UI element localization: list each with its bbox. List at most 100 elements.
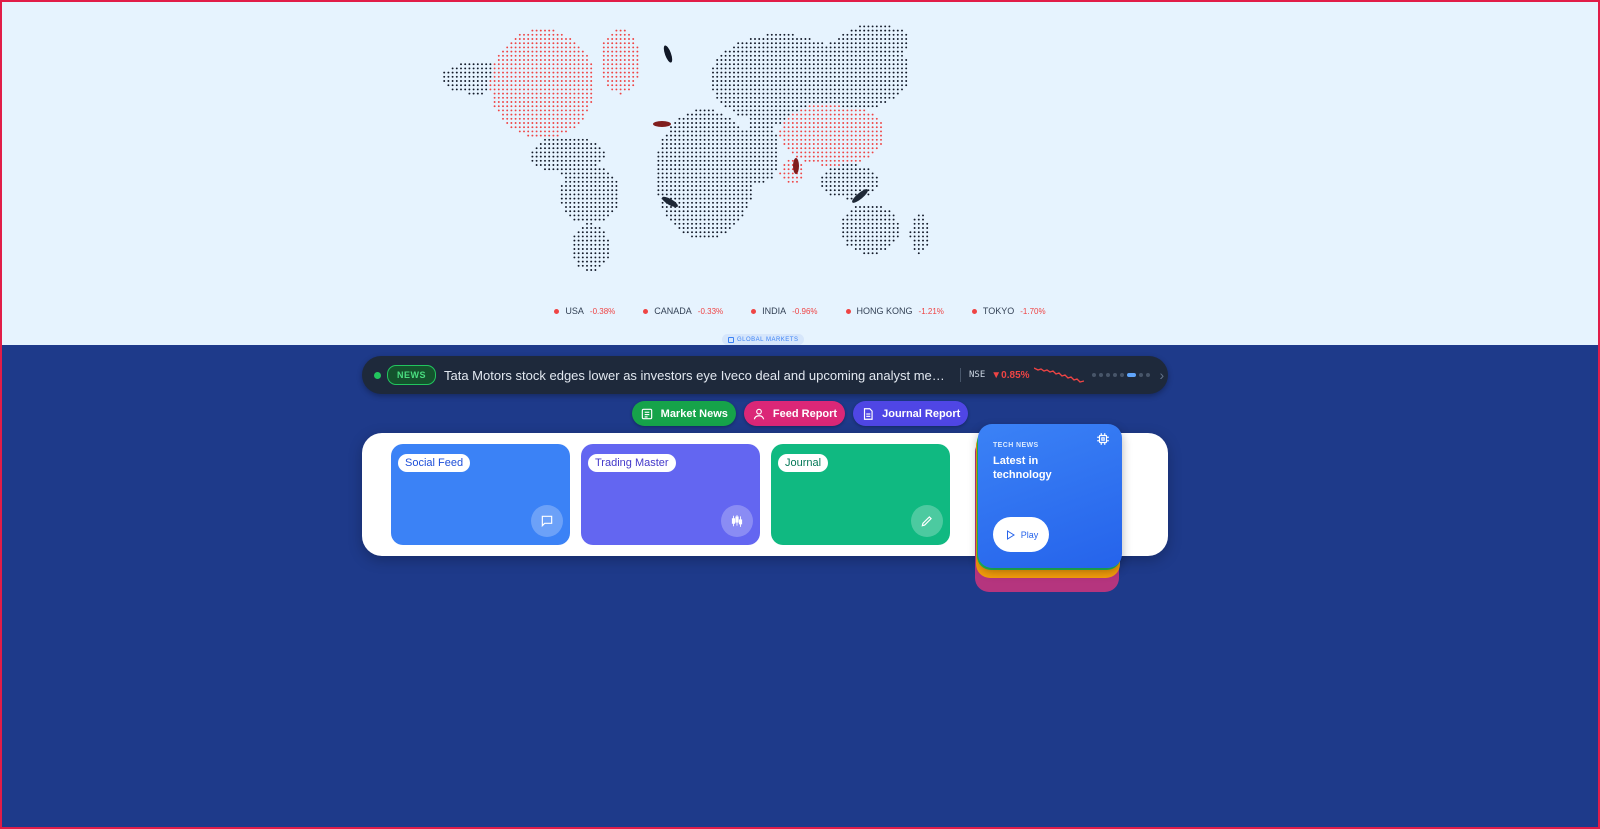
card-label: Social Feed xyxy=(398,454,471,472)
map-dot xyxy=(758,176,761,179)
map-dot xyxy=(821,101,824,103)
map-dot xyxy=(565,197,567,200)
map-dot xyxy=(623,84,626,87)
map-dot xyxy=(590,80,593,82)
map-dot xyxy=(770,134,773,137)
pagination-dot[interactable] xyxy=(1112,373,1117,377)
map-dot xyxy=(657,189,660,192)
map-dot xyxy=(615,42,618,45)
pagination-dot[interactable] xyxy=(1091,373,1096,377)
map-dot xyxy=(867,151,870,154)
map-dot xyxy=(779,75,782,78)
market-name: USA xyxy=(565,306,584,316)
candlestick-icon[interactable] xyxy=(721,505,753,537)
map-dot xyxy=(871,117,874,120)
map-dot xyxy=(481,84,483,87)
pagination-dot[interactable] xyxy=(1098,373,1103,377)
map-dot xyxy=(632,54,635,57)
map-dot xyxy=(884,243,887,246)
map-dot xyxy=(686,222,689,225)
map-dot xyxy=(556,109,559,112)
map-dot xyxy=(884,29,887,32)
ship-icons xyxy=(653,45,868,208)
tech-news-card[interactable]: TECH NEWS Latest in technology Play xyxy=(978,424,1122,568)
map-dot xyxy=(565,71,567,74)
map-dot xyxy=(829,75,832,78)
map-dot xyxy=(691,155,693,158)
map-dot xyxy=(594,172,597,175)
pencil-icon[interactable] xyxy=(911,505,943,537)
map-dot xyxy=(686,134,689,137)
map-dot xyxy=(850,210,853,213)
map-dot xyxy=(565,113,567,116)
map-dot xyxy=(560,117,563,120)
ticker-pagination[interactable] xyxy=(1091,373,1150,377)
map-dot xyxy=(796,84,798,87)
map-dot xyxy=(682,134,685,137)
map-dot xyxy=(804,134,807,137)
map-dot xyxy=(871,231,874,234)
pagination-dot[interactable] xyxy=(1145,373,1150,377)
map-dot xyxy=(707,126,710,129)
map-dot xyxy=(552,33,555,36)
map-dot xyxy=(577,113,580,116)
market-hong-kong[interactable]: HONG KONG -1.21% xyxy=(845,306,944,316)
map-dot xyxy=(716,189,719,192)
market-canada[interactable]: CANADA -0.33% xyxy=(643,306,723,316)
map-dot xyxy=(749,155,752,158)
tab-feed-report[interactable]: Feed Report xyxy=(743,401,846,426)
map-dot xyxy=(527,50,530,53)
map-dot xyxy=(544,143,546,145)
map-dot xyxy=(875,248,878,250)
live-indicator xyxy=(374,371,381,379)
map-dot xyxy=(901,71,903,74)
map-dot xyxy=(829,143,832,145)
pagination-dot[interactable] xyxy=(1119,373,1124,377)
map-dot xyxy=(766,96,769,99)
tab-journal-report[interactable]: Journal Report xyxy=(853,401,969,426)
pagination-dot-active[interactable] xyxy=(1126,373,1136,377)
news-ticker[interactable]: NEWS Tata Motors stock edges lower as in… xyxy=(362,356,1168,394)
market-tokyo[interactable]: TOKYO -1.70% xyxy=(971,306,1046,316)
card-label: Trading Master xyxy=(588,454,676,472)
map-dot xyxy=(808,96,811,99)
map-dot xyxy=(749,176,752,179)
chat-icon[interactable] xyxy=(531,505,563,537)
map-dot xyxy=(812,109,815,112)
map-dot xyxy=(888,38,891,40)
map-dot xyxy=(699,206,702,208)
ticker-headline[interactable]: Tata Motors stock edges lower as investo… xyxy=(444,368,946,383)
map-dot xyxy=(560,197,563,200)
journal-card[interactable]: Journal xyxy=(771,444,950,545)
map-dot xyxy=(531,155,534,158)
play-button[interactable]: Play xyxy=(993,517,1049,552)
social-feed-card[interactable]: Social Feed xyxy=(391,444,570,545)
map-dot xyxy=(737,214,740,217)
map-dot xyxy=(728,50,731,53)
map-dot xyxy=(779,88,782,91)
pagination-dot[interactable] xyxy=(1138,373,1143,377)
trading-master-card[interactable]: Trading Master xyxy=(581,444,760,545)
map-dot xyxy=(867,122,870,124)
map-dot xyxy=(787,63,790,66)
map-dot xyxy=(850,38,853,40)
map-dot xyxy=(665,164,668,166)
map-dot xyxy=(754,109,756,112)
map-dot xyxy=(573,88,576,91)
map-dot xyxy=(901,63,903,66)
chevron-right-icon[interactable]: › xyxy=(1160,367,1165,383)
map-dot xyxy=(812,147,815,150)
map-dot xyxy=(607,176,609,179)
market-india[interactable]: INDIA -0.96% xyxy=(751,306,818,316)
map-dot xyxy=(884,218,887,221)
map-dot xyxy=(846,96,849,99)
market-usa[interactable]: USA -0.38% xyxy=(554,306,615,316)
map-dot xyxy=(724,164,727,166)
map-dot xyxy=(598,214,601,217)
map-dot xyxy=(573,96,576,99)
tab-market-news[interactable]: Market News xyxy=(631,401,736,426)
map-dot xyxy=(796,54,798,57)
map-dot xyxy=(699,109,702,112)
map-dot xyxy=(552,42,555,45)
pagination-dot[interactable] xyxy=(1105,373,1110,377)
